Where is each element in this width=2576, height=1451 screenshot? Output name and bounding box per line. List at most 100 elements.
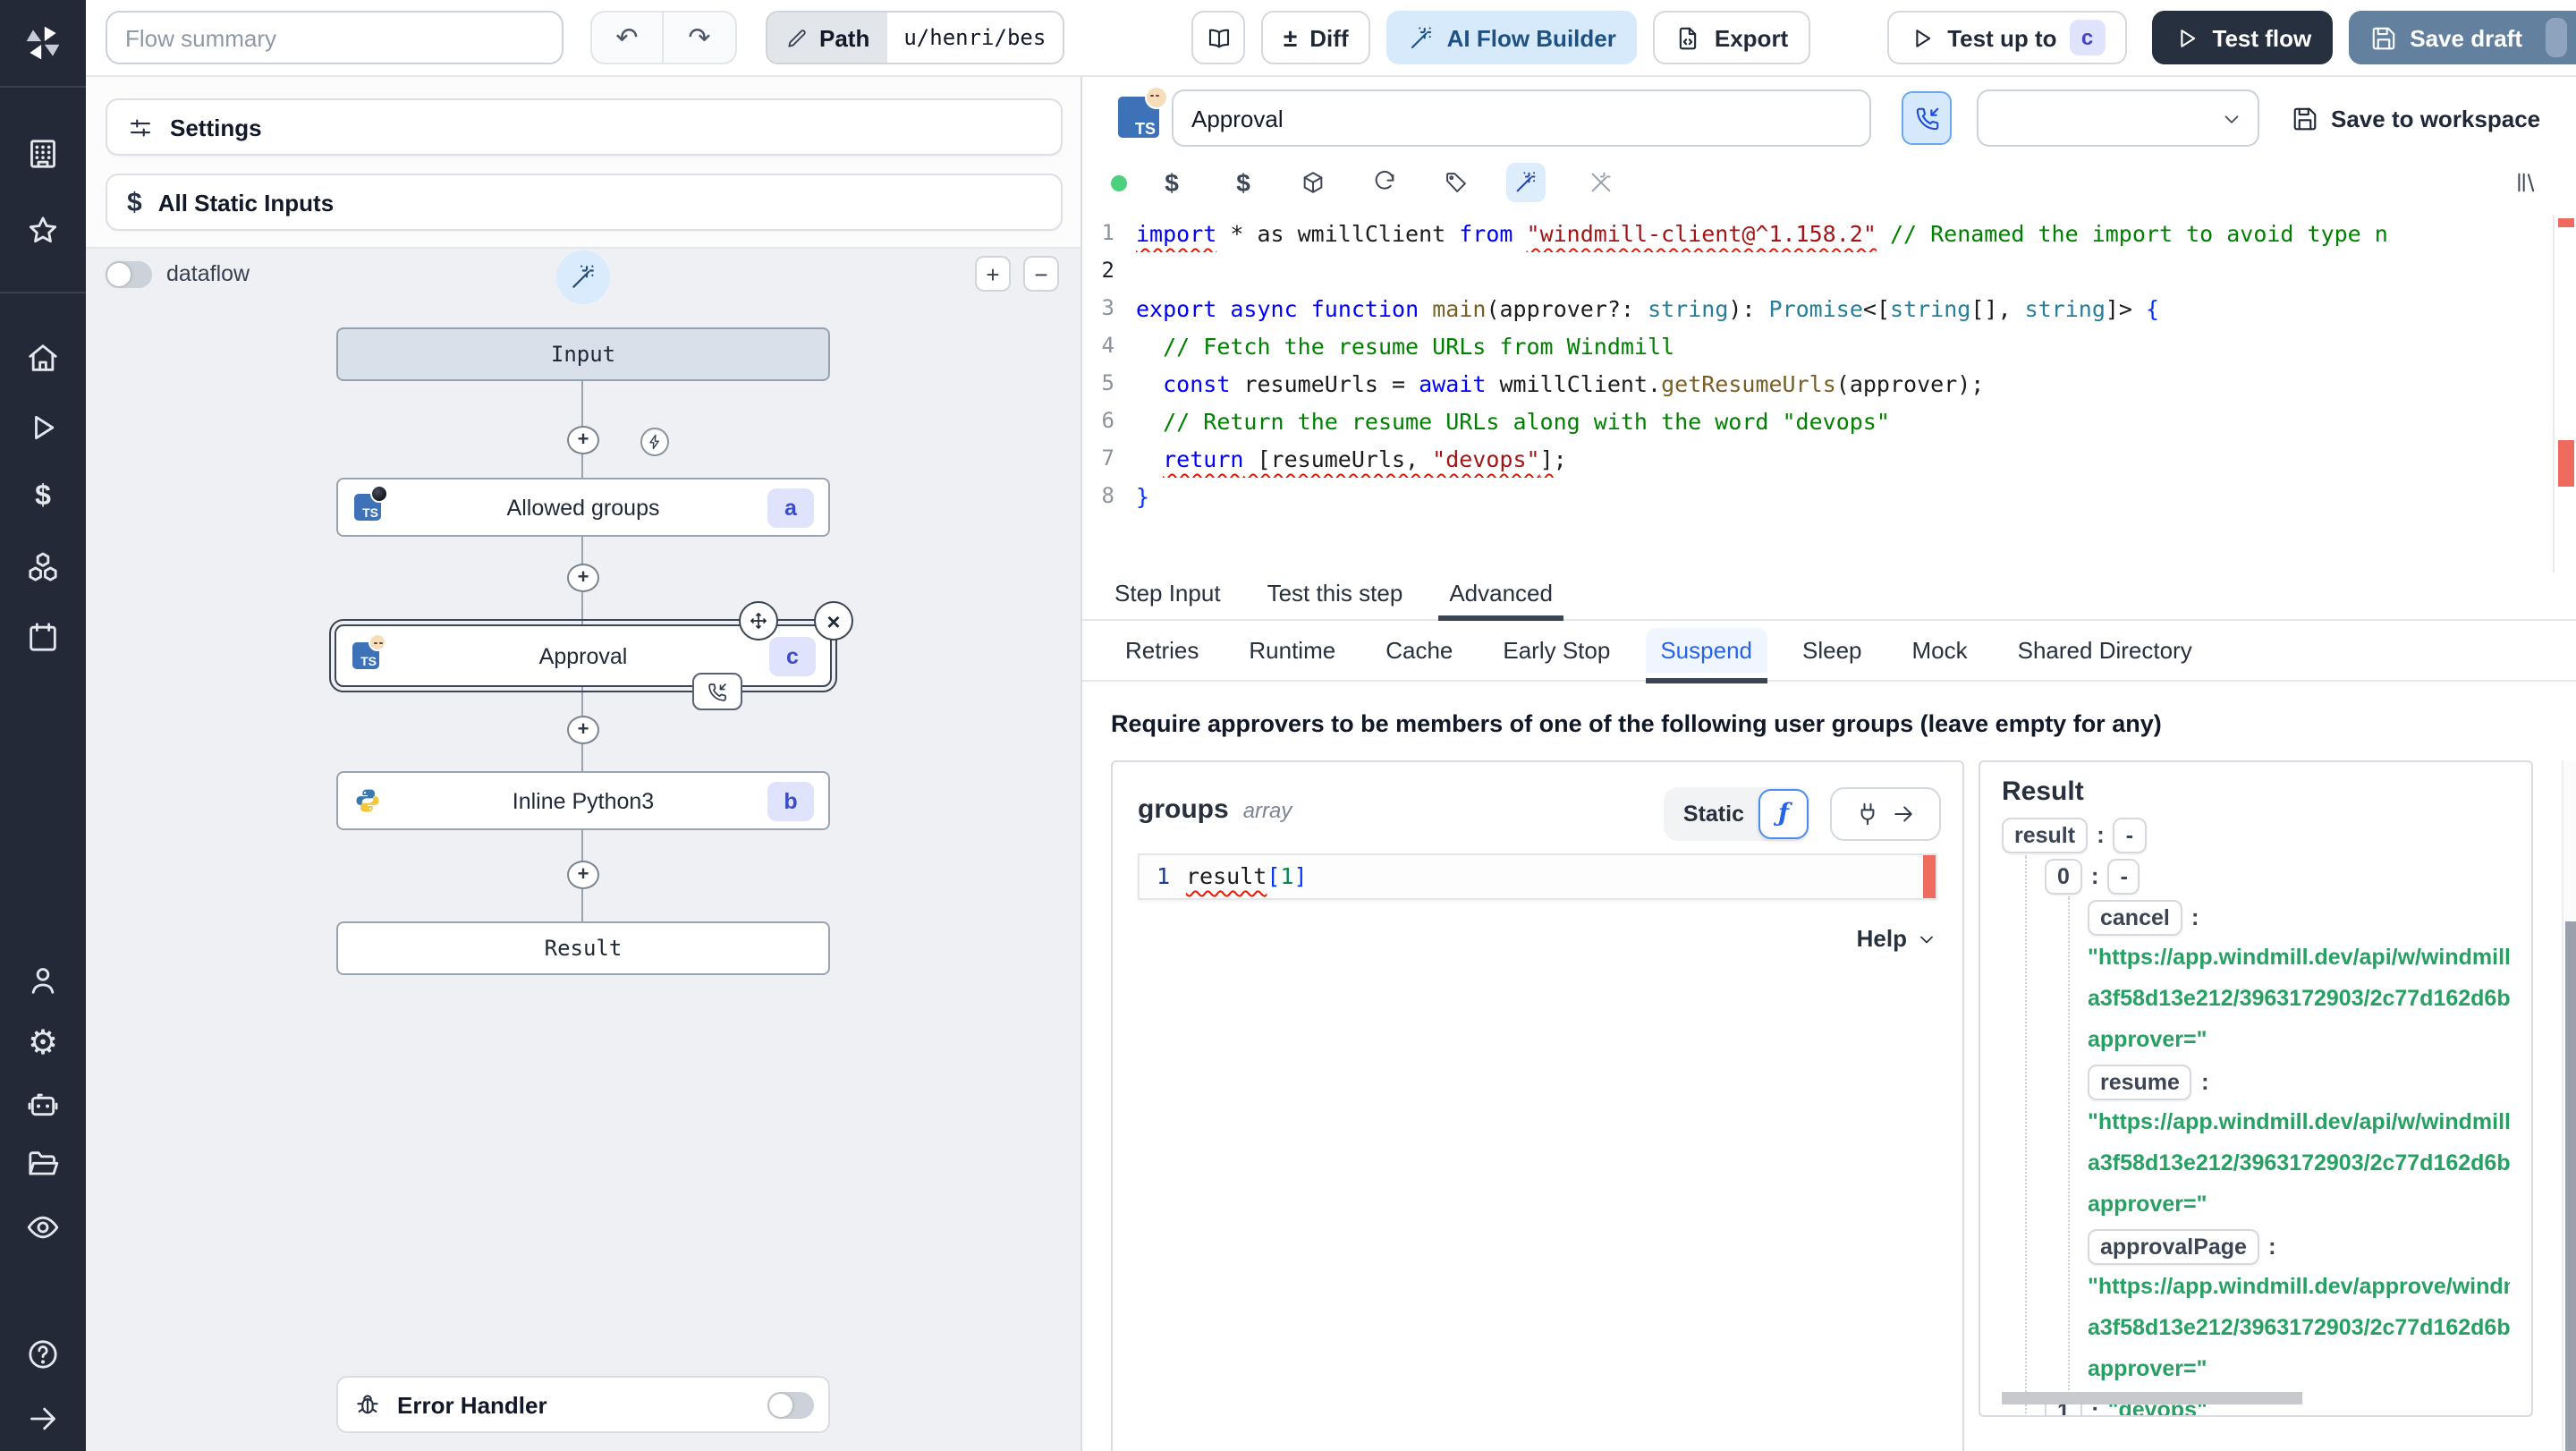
collapse-chip[interactable]: - — [2107, 858, 2140, 894]
python-node[interactable]: Inline Python3 b — [336, 771, 830, 830]
error-handler-bar[interactable]: Error Handler — [336, 1376, 830, 1433]
save-draft-button[interactable]: Save draft — [2349, 11, 2576, 64]
code-line[interactable]: 8} — [1082, 478, 2576, 515]
subtab-retries[interactable]: Retries — [1111, 628, 1213, 673]
subtab-mock[interactable]: Mock — [1898, 628, 1982, 673]
settings-icon[interactable]: ⚙ — [25, 1025, 61, 1061]
code-editor[interactable]: 1 import * as wmillClient from "windmill-… — [1082, 215, 2576, 573]
add-step-button[interactable]: + — [567, 426, 599, 454]
code-line[interactable]: 3 export async function main(approver?: s… — [1082, 290, 2576, 327]
result-node[interactable]: Result — [336, 921, 830, 975]
export-button[interactable]: Export — [1653, 11, 1810, 64]
input-node[interactable]: Input — [336, 327, 830, 381]
step-name-input[interactable] — [1172, 89, 1871, 147]
workers-icon[interactable] — [25, 1086, 61, 1122]
subtab-early-stop[interactable]: Early Stop — [1488, 628, 1624, 673]
ai-graph-wand-button[interactable] — [556, 250, 610, 304]
dataflow-toggle[interactable] — [106, 261, 152, 288]
trigger-bolt-button[interactable] — [640, 428, 669, 456]
tab-test-this-step[interactable]: Test this step — [1264, 573, 1407, 619]
script-version-select[interactable] — [1977, 89, 2259, 147]
reload-button[interactable] — [1365, 163, 1404, 202]
tab-advanced[interactable]: Advanced — [1438, 573, 1563, 621]
tree-key-chip[interactable]: cancel — [2088, 899, 2182, 935]
code-line[interactable]: 4 // Fetch the resume URLs from Windmill — [1082, 327, 2576, 365]
advanced-subtabs: Retries Runtime Cache Early Stop Suspend Slee… — [1082, 621, 2576, 683]
error-handler-toggle[interactable] — [767, 1391, 814, 1418]
subtab-shared-directory[interactable]: Shared Directory — [2004, 628, 2207, 673]
folders-icon[interactable] — [25, 1147, 61, 1183]
groups-expression-editor[interactable]: 1 result[1] — [1138, 853, 1937, 900]
resources-icon[interactable] — [25, 549, 61, 585]
ai-flow-builder-button[interactable]: AI Flow Builder — [1385, 11, 1638, 64]
audit-logs-icon[interactable] — [25, 1209, 61, 1245]
variables-icon[interactable]: $ — [25, 479, 61, 515]
typescript-icon: TS — [1118, 86, 1168, 138]
user-icon[interactable] — [25, 963, 61, 998]
move-step-button[interactable] — [739, 601, 778, 641]
ai-assistant-button[interactable] — [1506, 163, 1546, 202]
allowed-groups-node[interactable]: TS Allowed groups a — [336, 478, 830, 537]
undo-button[interactable]: ↶ — [592, 13, 664, 63]
path-chip[interactable]: Path u/henri/bes — [766, 11, 1064, 64]
library-button[interactable] — [2506, 163, 2546, 202]
add-step-button[interactable]: + — [567, 861, 599, 889]
test-flow-button[interactable]: Test flow — [2151, 11, 2334, 64]
code-line[interactable]: 5 const resumeUrls = await wmillClient.g… — [1082, 365, 2576, 403]
diff-button[interactable]: ± Diff — [1261, 11, 1370, 64]
approval-node-selected[interactable]: TS Approval c × — [329, 601, 853, 710]
collapse-chip[interactable]: - — [2113, 817, 2147, 853]
workspace-icon[interactable] — [25, 136, 61, 172]
horizontal-scrollbar[interactable] — [2002, 1392, 2302, 1404]
code-line[interactable]: 6 // Return the resume URLs along with t… — [1082, 403, 2576, 440]
save-draft-more-button[interactable] — [2546, 18, 2567, 57]
connect-input-button[interactable] — [1830, 787, 1941, 841]
zoom-in-button[interactable]: + — [975, 256, 1011, 292]
tab-step-input[interactable]: Step Input — [1111, 573, 1224, 619]
expand-sidebar-icon[interactable] — [25, 1401, 61, 1437]
flow-summary-input[interactable] — [106, 11, 564, 64]
home-icon[interactable] — [25, 340, 61, 376]
delete-step-button[interactable]: × — [814, 601, 853, 641]
code-line[interactable]: 1 import * as wmillClient from "windmill-… — [1082, 215, 2576, 252]
all-static-inputs-button[interactable]: $ All Static Inputs — [106, 174, 1063, 231]
tag-button[interactable] — [1436, 163, 1476, 202]
tree-key-chip[interactable]: result — [2002, 817, 2089, 853]
package-button[interactable] — [1293, 163, 1333, 202]
add-step-button[interactable]: + — [567, 564, 599, 592]
flow-settings-button[interactable]: Settings — [106, 98, 1063, 156]
subtab-sleep[interactable]: Sleep — [1788, 628, 1877, 673]
line-number: 1 — [1156, 862, 1170, 889]
suspend-phone-badge — [692, 673, 742, 710]
docs-button[interactable] — [1191, 11, 1246, 64]
static-inputs-button[interactable]: $ — [1224, 163, 1263, 202]
suspend-heading: Require approvers to be members of one o… — [1111, 710, 2162, 737]
zoom-out-button[interactable]: − — [1023, 256, 1059, 292]
tree-key-chip[interactable]: approvalPage — [2088, 1228, 2259, 1264]
subtab-runtime[interactable]: Runtime — [1234, 628, 1350, 673]
ai-off-button[interactable] — [1581, 163, 1621, 202]
schedules-icon[interactable] — [25, 619, 61, 655]
code-line[interactable]: 2 — [1082, 252, 2576, 290]
panel-scrollbar[interactable] — [2562, 760, 2576, 1451]
step-tabs: Step Input Test this step Advanced — [1082, 573, 2576, 621]
subtab-cache[interactable]: Cache — [1371, 628, 1467, 673]
variables-button[interactable]: $ — [1152, 163, 1191, 202]
runs-icon[interactable] — [25, 410, 61, 445]
suspend-approval-button[interactable] — [1902, 91, 1952, 145]
line-number: 3 — [1101, 295, 1114, 320]
redo-button[interactable]: ↷ — [664, 13, 735, 63]
save-to-workspace-button[interactable]: Save to workspace — [2292, 91, 2540, 145]
help-link[interactable]: Help — [1138, 925, 1937, 952]
tree-key-chip[interactable]: 0 — [2045, 858, 2082, 894]
javascript-expression-toggle[interactable]: ƒ — [1758, 789, 1809, 839]
windmill-logo-icon[interactable] — [23, 23, 63, 63]
subtab-suspend[interactable]: Suspend — [1646, 628, 1767, 683]
add-step-button[interactable]: + — [567, 716, 599, 744]
code-line[interactable]: 7 return [resumeUrls, "devops"]; — [1082, 440, 2576, 478]
tree-key-chip[interactable]: resume — [2088, 1064, 2192, 1099]
test-up-to-button[interactable]: Test up to c — [1886, 11, 2127, 64]
favorites-icon[interactable] — [25, 213, 61, 249]
error-marker — [2558, 218, 2574, 227]
help-icon[interactable] — [25, 1336, 61, 1372]
